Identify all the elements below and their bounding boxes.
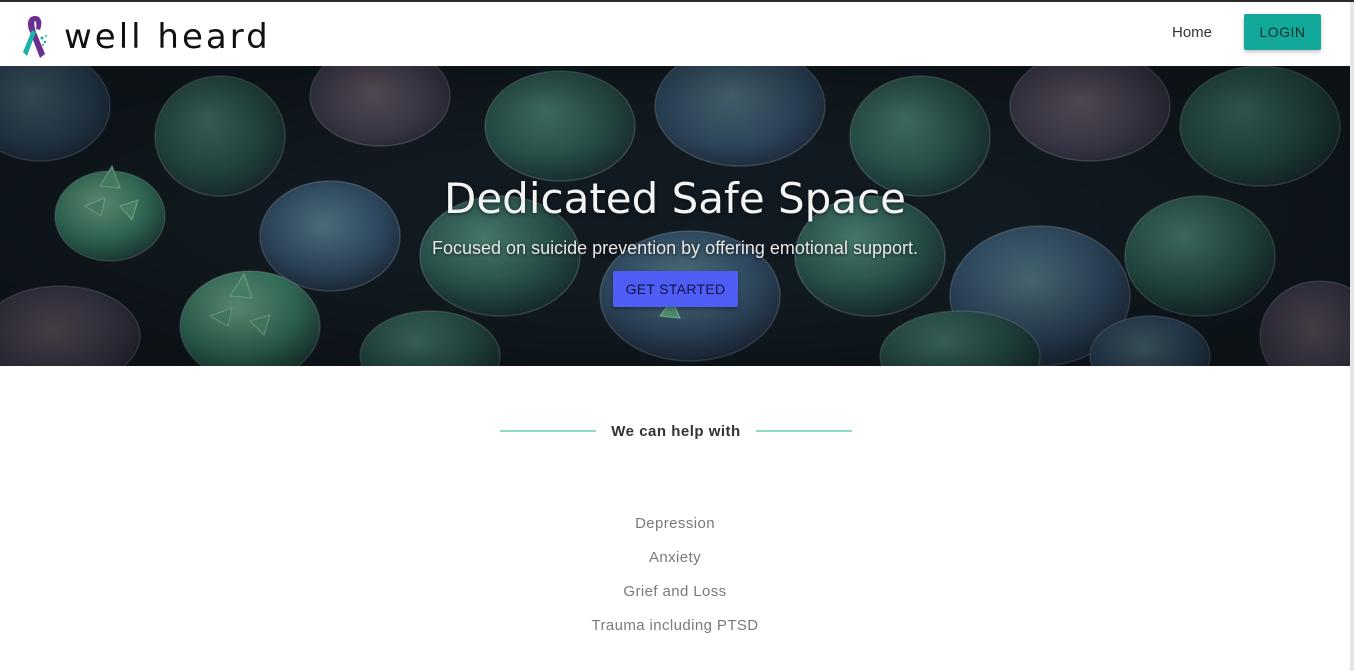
awareness-ribbon-icon <box>23 16 47 58</box>
login-button[interactable]: LOGIN <box>1244 14 1321 50</box>
help-topics-list: Depression Anxiety Grief and Loss Trauma… <box>0 512 1350 648</box>
nav-home-link[interactable]: Home <box>1172 24 1212 41</box>
heading-rule-right <box>755 430 852 432</box>
help-heading-text: We can help with <box>611 422 741 440</box>
hero-subtitle: Focused on suicide prevention by offerin… <box>432 238 918 258</box>
brand-logo[interactable]: well heard <box>20 12 271 62</box>
help-section-heading: We can help with <box>498 420 854 442</box>
list-item: Grief and Loss <box>623 583 727 600</box>
hero-banner: Dedicated Safe Space Focused on suicide … <box>0 66 1350 366</box>
page-scrollbar[interactable] <box>1350 2 1354 671</box>
list-item: Trauma including PTSD <box>591 617 759 634</box>
heading-rule-left <box>500 430 597 432</box>
hero-title: Dedicated Safe Space <box>443 174 907 223</box>
list-item: Depression <box>635 515 715 532</box>
get-started-button[interactable]: GET STARTED <box>613 271 738 307</box>
list-item: Anxiety <box>649 549 701 566</box>
site-header: well heard Home LOGIN <box>0 2 1350 66</box>
brand-name: well heard <box>64 17 271 57</box>
